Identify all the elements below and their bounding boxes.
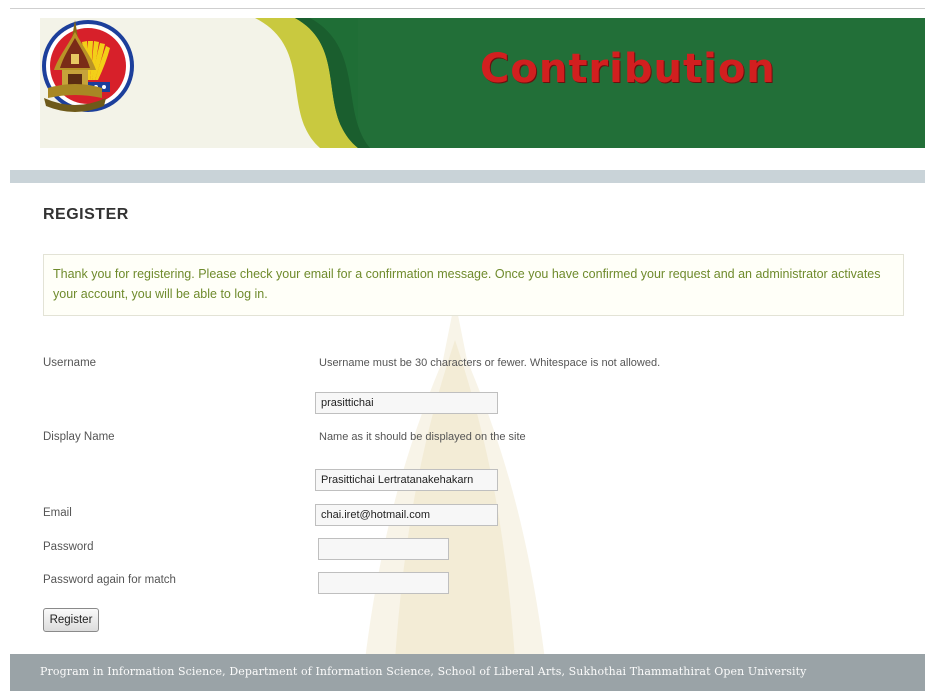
email-field[interactable]: [315, 504, 498, 526]
footer-credit: Program in Information Science, Departme…: [40, 665, 807, 678]
username-field[interactable]: [315, 392, 498, 414]
password-confirm-field[interactable]: [318, 572, 449, 594]
display-name-field[interactable]: [315, 469, 498, 491]
password-label: Password: [43, 541, 94, 553]
register-button[interactable]: Register: [43, 608, 99, 632]
password-field[interactable]: [318, 538, 449, 560]
password-confirm-label: Password again for match: [43, 574, 176, 586]
header-top-border: [10, 8, 925, 9]
page-title: REGISTER: [43, 206, 129, 223]
username-label: Username: [43, 357, 97, 369]
registration-success-notice: Thank you for registering. Please check …: [43, 254, 904, 316]
email-label: Email: [43, 507, 72, 519]
display-name-label: Display Name: [43, 431, 115, 443]
site-footer: Program in Information Science, Departme…: [10, 654, 925, 691]
temple-crest-icon: [44, 20, 106, 112]
header-divider-strip: [10, 170, 925, 183]
site-header: Contribution: [10, 0, 925, 183]
display-name-hint: Name as it should be displayed on the si…: [319, 431, 526, 443]
header-banner: Contribution: [40, 18, 925, 148]
username-hint: Username must be 30 characters or fewer.…: [319, 357, 661, 369]
banner-title: Contribution: [480, 46, 776, 92]
